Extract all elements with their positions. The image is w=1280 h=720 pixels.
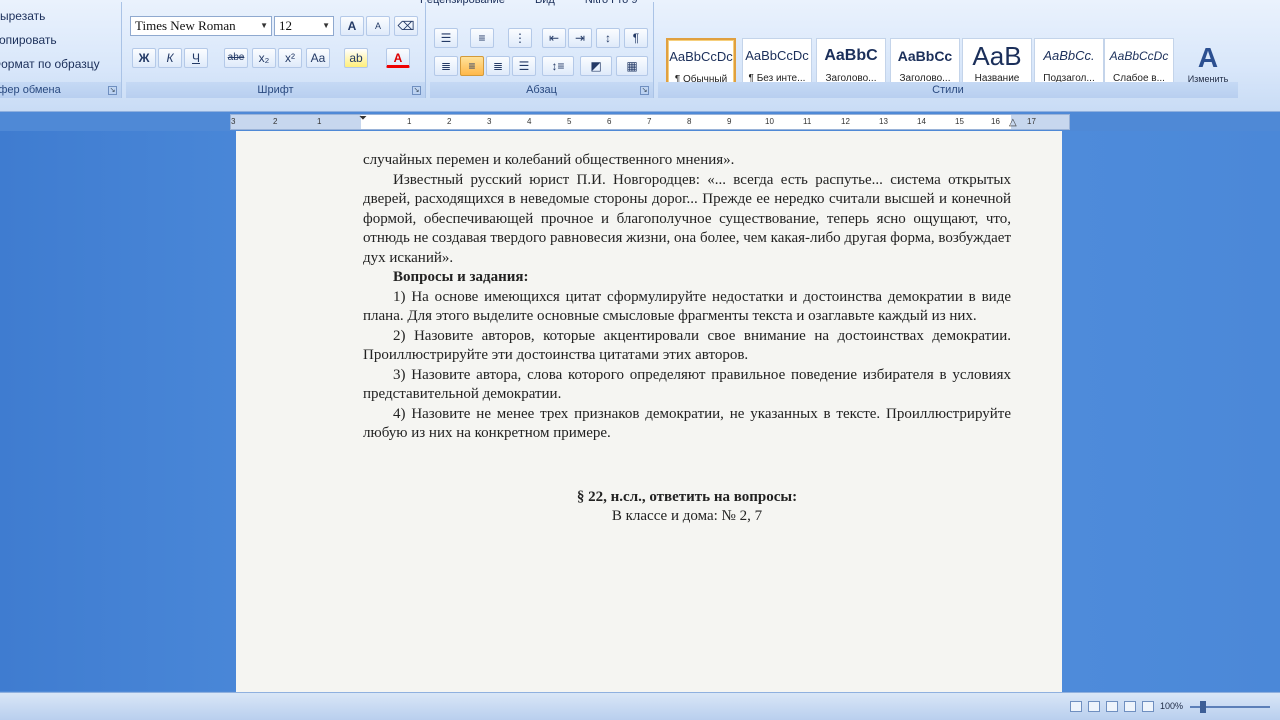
font-group: Times New Roman ▼ 12 ▼ A A ⌫ Ж К Ч abe x… bbox=[126, 2, 426, 98]
ruler-tick: 9 bbox=[727, 117, 732, 126]
style-sample: AaBbCcDc bbox=[669, 49, 733, 64]
font-color-icon[interactable]: A bbox=[386, 48, 410, 68]
clipboard-group: Вырезать Копировать Формат по образцу Бу… bbox=[0, 2, 122, 98]
underline-button[interactable]: Ч bbox=[184, 48, 208, 68]
questions-heading: Вопросы и задания: bbox=[393, 269, 529, 285]
ruler-tick: 10 bbox=[765, 117, 774, 126]
question-item: 1) На основе имеющихся цитат сформулируй… bbox=[363, 288, 1011, 325]
homework-title: § 22, н.сл., ответить на вопросы: bbox=[576, 488, 798, 505]
zoom-slider-handle[interactable] bbox=[1200, 701, 1206, 713]
ruler-tick: 11 bbox=[803, 117, 812, 126]
ruler-tick: 15 bbox=[955, 117, 964, 126]
ruler-tick: 2 bbox=[273, 117, 278, 126]
cut-button[interactable]: Вырезать bbox=[0, 4, 100, 28]
ruler-tick: 5 bbox=[567, 117, 572, 126]
ruler-tick: 17 bbox=[1027, 117, 1036, 126]
ruler-tick: 6 bbox=[607, 117, 612, 126]
paragraph-quote: Известный русский юрист П.И. Новгородцев… bbox=[363, 171, 1011, 266]
style-sample: AaBbCc. bbox=[1043, 48, 1095, 63]
style-sample: AaBbC bbox=[824, 47, 878, 64]
align-center-icon[interactable]: ≡ bbox=[460, 56, 484, 76]
line-spacing-icon[interactable]: ↕≡ bbox=[542, 56, 574, 76]
chevron-down-icon: ▼ bbox=[322, 21, 330, 30]
style-sample: AaBbCcDc bbox=[745, 48, 809, 63]
print-layout-icon[interactable] bbox=[1070, 701, 1082, 712]
change-case-button[interactable]: Aa bbox=[306, 48, 330, 68]
indent-marker-icon[interactable]: ⏷ bbox=[359, 113, 367, 124]
question-item: 4) Назовите не менее трех признаков демо… bbox=[363, 405, 1011, 442]
ruler-tick: 8 bbox=[687, 117, 692, 126]
question-item: 3) Назовите автора, слова которого опред… bbox=[363, 366, 1011, 403]
change-styles-icon: A bbox=[1197, 42, 1219, 73]
copy-button[interactable]: Копировать bbox=[0, 28, 100, 52]
font-size-combo[interactable]: 12 ▼ bbox=[274, 16, 334, 36]
ruler-tick: 7 bbox=[647, 117, 652, 126]
ruler-tick: 3 bbox=[231, 117, 236, 126]
question-item: 2) Назовите авторов, которые акцентирова… bbox=[363, 327, 1011, 364]
font-name-value: Times New Roman bbox=[135, 18, 236, 33]
clear-format-icon[interactable]: ⌫ bbox=[394, 16, 418, 36]
highlight-icon[interactable]: ab bbox=[344, 48, 368, 68]
zoom-level[interactable]: 100% bbox=[1160, 701, 1183, 711]
horizontal-ruler[interactable]: 3 2 1 1 2 3 4 5 6 7 8 9 10 11 12 13 14 1… bbox=[230, 113, 1070, 130]
align-left-icon[interactable]: ≣ bbox=[434, 56, 458, 76]
style-sample: AaB bbox=[972, 41, 1022, 71]
styles-group: AaBbCcDc ¶ Обычный AaBbCcDc ¶ Без инте..… bbox=[658, 2, 1238, 98]
ribbon: Рецензирование Вид Nitro Pro 9 Вырезать … bbox=[0, 0, 1280, 112]
shrink-font-icon[interactable]: A bbox=[366, 16, 390, 36]
numbering-icon[interactable]: ≡ bbox=[470, 28, 494, 48]
homework-line: В классе и дома: № 2, 7 bbox=[611, 508, 763, 524]
bullets-icon[interactable]: ☰ bbox=[434, 28, 458, 48]
document-page[interactable]: случайных перемен и колебаний общественн… bbox=[236, 131, 1062, 703]
decrease-indent-icon[interactable]: ⇤ bbox=[542, 28, 566, 48]
grow-font-icon[interactable]: A bbox=[340, 16, 364, 36]
web-layout-icon[interactable] bbox=[1106, 701, 1118, 712]
ruler-tick: 13 bbox=[879, 117, 888, 126]
font-launcher-icon[interactable]: ↘ bbox=[412, 86, 421, 95]
ruler-tick: 16 bbox=[991, 117, 1000, 126]
styles-group-label: Стили bbox=[658, 82, 1238, 98]
format-painter-button[interactable]: Формат по образцу bbox=[0, 52, 100, 76]
paragraph-group-label: Абзац bbox=[430, 82, 653, 98]
ruler-tick: 1 bbox=[407, 117, 412, 126]
font-size-value: 12 bbox=[279, 18, 292, 33]
paragraph-group: ☰ ≡ ⋮ ⇤ ⇥ ↕ ¶ ≣ ≡ ≣ ☰ ↕≡ ◩ ▦ Абзац ↘ bbox=[430, 2, 654, 98]
ruler-tick: 14 bbox=[917, 117, 926, 126]
status-bar: 100% bbox=[0, 692, 1280, 720]
shading-icon[interactable]: ◩ bbox=[580, 56, 612, 76]
style-sample: AaBbCcDc bbox=[1109, 49, 1169, 63]
ruler-tick: 3 bbox=[487, 117, 492, 126]
clipboard-group-label: Буфер обмена bbox=[0, 82, 121, 98]
increase-indent-icon[interactable]: ⇥ bbox=[568, 28, 592, 48]
bold-button[interactable]: Ж bbox=[132, 48, 156, 68]
font-group-label: Шрифт bbox=[126, 82, 425, 98]
document-body: случайных перемен и колебаний общественн… bbox=[363, 151, 1011, 527]
superscript-button[interactable]: x² bbox=[278, 48, 302, 68]
chevron-down-icon: ▼ bbox=[260, 21, 268, 30]
full-screen-icon[interactable] bbox=[1088, 701, 1100, 712]
ruler-tick: 2 bbox=[447, 117, 452, 126]
paragraph-top: случайных перемен и колебаний общественн… bbox=[363, 152, 735, 168]
align-right-icon[interactable]: ≣ bbox=[486, 56, 510, 76]
clipboard-launcher-icon[interactable]: ↘ bbox=[108, 86, 117, 95]
ruler-tick: 4 bbox=[527, 117, 532, 126]
strikethrough-button[interactable]: abe bbox=[224, 48, 248, 68]
italic-button[interactable]: К bbox=[158, 48, 182, 68]
ruler-tick: 12 bbox=[841, 117, 850, 126]
pilcrow-icon[interactable]: ¶ bbox=[624, 28, 648, 48]
draft-icon[interactable] bbox=[1142, 701, 1154, 712]
multilevel-icon[interactable]: ⋮ bbox=[508, 28, 532, 48]
borders-icon[interactable]: ▦ bbox=[616, 56, 648, 76]
outline-icon[interactable] bbox=[1124, 701, 1136, 712]
sort-icon[interactable]: ↕ bbox=[596, 28, 620, 48]
right-indent-marker-icon[interactable]: △ bbox=[1009, 117, 1017, 128]
font-name-combo[interactable]: Times New Roman ▼ bbox=[130, 16, 272, 36]
subscript-button[interactable]: x₂ bbox=[252, 48, 276, 68]
ruler-tick: 1 bbox=[317, 117, 322, 126]
justify-icon[interactable]: ☰ bbox=[512, 56, 536, 76]
paragraph-launcher-icon[interactable]: ↘ bbox=[640, 86, 649, 95]
style-sample: AaBbCc bbox=[897, 48, 953, 64]
